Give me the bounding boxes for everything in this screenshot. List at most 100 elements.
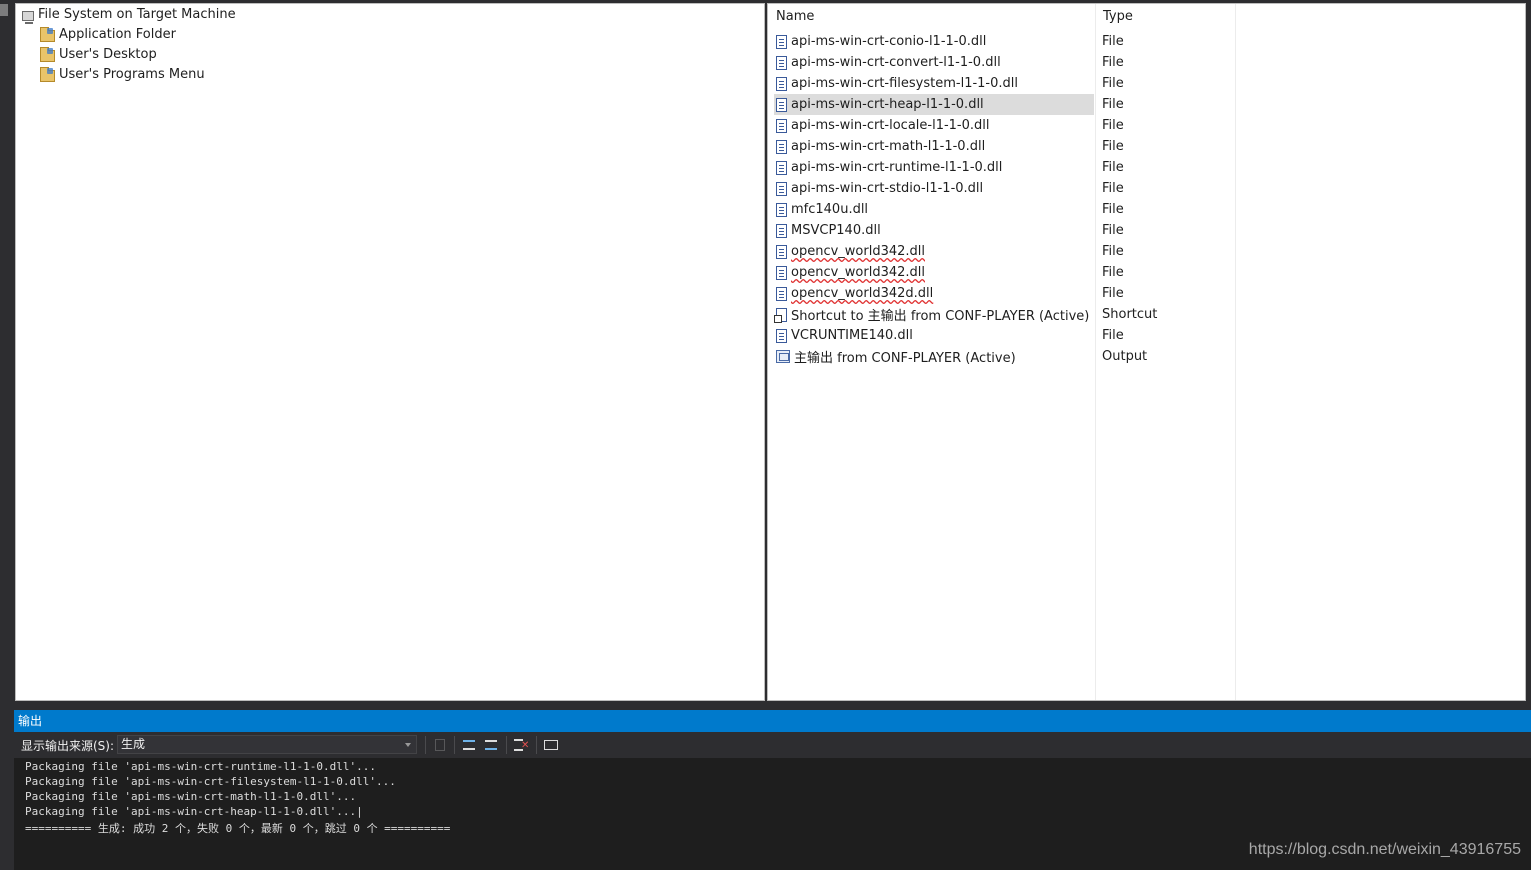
tree-node-root[interactable]: File System on Target Machine [22,6,236,24]
column-header-name[interactable]: Name [768,4,1095,30]
file-icon [776,244,787,259]
tree-node-label: User's Desktop [59,47,157,62]
list-row[interactable]: MSVCP140.dll File [774,220,1531,241]
file-icon [776,139,787,154]
list-row-label: Shortcut to 主输出 from CONF-PLAYER (Active… [791,309,1090,324]
list-row-name[interactable]: mfc140u.dll [774,199,1094,220]
previous-message-icon [463,740,475,750]
list-row[interactable]: api-ms-win-crt-conio-l1-1-0.dll File [774,31,1531,52]
list-row-type: File [1102,139,1124,154]
list-row-name[interactable]: api-ms-win-crt-math-l1-1-0.dll [774,136,1094,157]
output-line: Packaging file 'api-ms-win-crt-filesyste… [25,775,396,788]
list-row[interactable]: mfc140u.dll File [774,199,1531,220]
clear-all-button[interactable]: ✕ [513,737,529,753]
tree-node-application-folder[interactable]: Application Folder [40,26,176,44]
file-icon [776,118,787,133]
list-row-label: VCRUNTIME140.dll [791,328,913,343]
left-dock-strip [0,0,14,870]
file-icon [776,97,787,112]
word-wrap-icon [544,740,558,750]
list-row-label: opencv_world342.dll [791,265,925,280]
list-row-type: Shortcut [1102,307,1158,322]
go-to-line-icon [435,739,445,751]
list-row-label: MSVCP140.dll [791,223,881,238]
list-row-label: api-ms-win-crt-locale-l1-1-0.dll [791,118,990,133]
list-row-name[interactable]: api-ms-win-crt-conio-l1-1-0.dll [774,31,1094,52]
toolbar-separator [454,736,455,754]
list-row-type: File [1102,160,1124,175]
list-row-name[interactable]: api-ms-win-crt-runtime-l1-1-0.dll [774,157,1094,178]
output-source-label: 显示输出来源(S): [21,739,115,753]
list-row-name[interactable]: VCRUNTIME140.dll [774,325,1094,346]
list-row-name[interactable]: opencv_world342d.dll [774,283,1094,304]
output-toolbar: 显示输出来源(S): 生成 ✕ [14,732,1531,758]
list-row-label: api-ms-win-crt-stdio-l1-1-0.dll [791,181,984,196]
folder-icon [40,47,55,62]
list-row-type: File [1102,34,1124,49]
list-row-name[interactable]: api-ms-win-crt-filesystem-l1-1-0.dll [774,73,1094,94]
file-icon [776,265,787,280]
file-icon [776,202,787,217]
list-row-label: api-ms-win-crt-runtime-l1-1-0.dll [791,160,1003,175]
list-row-label: api-ms-win-crt-convert-l1-1-0.dll [791,55,1001,70]
output-source-select[interactable]: 生成 [117,735,417,754]
folder-icon [40,67,55,82]
file-icon [776,160,787,175]
list-row[interactable]: api-ms-win-crt-math-l1-1-0.dll File [774,136,1531,157]
dock-tab-marker[interactable] [0,4,8,16]
tree-node-users-programs-menu[interactable]: User's Programs Menu [40,66,205,84]
go-to-line-button[interactable] [432,737,448,753]
file-icon [776,76,787,91]
list-row[interactable]: api-ms-win-crt-convert-l1-1-0.dll File [774,52,1531,73]
list-row-name[interactable]: api-ms-win-crt-stdio-l1-1-0.dll [774,178,1094,199]
toolbar-separator [506,736,507,754]
list-row[interactable]: VCRUNTIME140.dll File [774,325,1531,346]
output-title-bar: 输出 [14,710,1531,732]
list-row-name[interactable]: api-ms-win-crt-convert-l1-1-0.dll [774,52,1094,73]
list-row-name[interactable]: opencv_world342.dll [774,262,1094,283]
tree-node-label: User's Programs Menu [59,67,205,82]
list-row-label: api-ms-win-crt-conio-l1-1-0.dll [791,34,987,49]
list-row-name[interactable]: 主输出 from CONF-PLAYER (Active) [774,346,1094,367]
list-row[interactable]: api-ms-win-crt-runtime-l1-1-0.dll File [774,157,1531,178]
toolbar-separator [425,736,426,754]
shortcut-icon [774,307,787,323]
list-row-type: File [1102,328,1124,343]
list-row[interactable]: 主输出 from CONF-PLAYER (Active) Output [774,346,1531,367]
output-build-summary: ========== 生成: 成功 2 个，失败 0 个，最新 0 个，跳过 0… [25,822,451,835]
column-header-type[interactable]: Type [1095,4,1235,30]
list-row-name[interactable]: api-ms-win-crt-heap-l1-1-0.dll [774,94,1094,115]
list-row[interactable]: api-ms-win-crt-locale-l1-1-0.dll File [774,115,1531,136]
list-row-name[interactable]: MSVCP140.dll [774,220,1094,241]
file-icon [776,286,787,301]
list-row-name[interactable]: opencv_world342.dll [774,241,1094,262]
list-row[interactable]: opencv_world342d.dll File [774,283,1531,304]
list-row[interactable]: api-ms-win-crt-stdio-l1-1-0.dll File [774,178,1531,199]
output-line: Packaging file 'api-ms-win-crt-runtime-l… [25,760,376,773]
list-row-type: File [1102,118,1124,133]
list-row-name[interactable]: api-ms-win-crt-locale-l1-1-0.dll [774,115,1094,136]
list-row[interactable]: opencv_world342.dll File [774,241,1531,262]
toolbar-separator [536,736,537,754]
list-row-name[interactable]: Shortcut to 主输出 from CONF-PLAYER (Active… [774,304,1094,325]
list-row-type: File [1102,286,1124,301]
tree-node-label: Application Folder [59,27,176,42]
list-row[interactable]: api-ms-win-crt-filesystem-l1-1-0.dll File [774,73,1531,94]
file-icon [776,34,787,49]
output-source-value: 生成 [121,737,146,751]
file-list-pane: Name Type api-ms-win-crt-conio-l1-1-0.dl… [767,3,1526,701]
list-row-type: File [1102,244,1124,259]
list-row[interactable]: opencv_world342.dll File [774,262,1531,283]
tree-node-users-desktop[interactable]: User's Desktop [40,46,157,64]
output-title: 输出 [18,714,43,728]
output-line: Packaging file 'api-ms-win-crt-math-l1-1… [25,790,357,803]
list-row[interactable]: Shortcut to 主输出 from CONF-PLAYER (Active… [774,304,1531,325]
list-row-label: opencv_world342d.dll [791,286,934,301]
list-row[interactable]: api-ms-win-crt-heap-l1-1-0.dll File [774,94,1531,115]
output-line: Packaging file 'api-ms-win-crt-heap-l1-1… [25,805,363,818]
list-row-type: File [1102,202,1124,217]
next-message-button[interactable] [483,737,499,753]
list-row-label: api-ms-win-crt-math-l1-1-0.dll [791,139,986,154]
previous-message-button[interactable] [461,737,477,753]
toggle-word-wrap-button[interactable] [543,737,559,753]
